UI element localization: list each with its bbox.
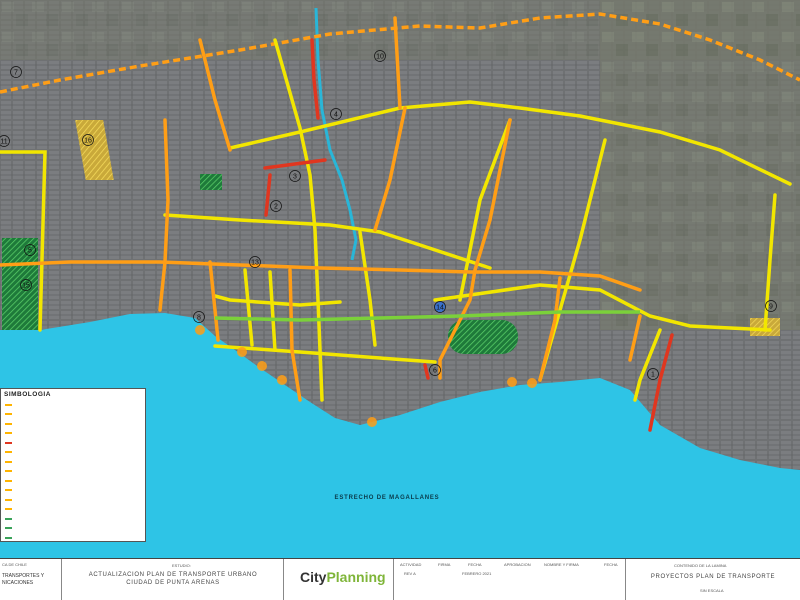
legend-item [5,476,145,486]
col-nombre-firma: NOMBRE Y FIRMA [544,562,579,567]
legend-swatch [5,422,12,425]
col-firma: FIRMA [438,562,451,567]
client-line1: TRANSPORTES Y [2,573,45,579]
sea-label: ESTRECHO DE MAGALLANES [335,495,440,501]
legend-item [5,457,145,467]
legend-item [5,533,145,541]
legend-swatch [5,479,12,482]
label-9-text: 9 [769,304,773,311]
col-fecha: FECHA [468,562,482,567]
label-4-text: 4 [334,112,338,119]
legend-panel: SIMBOLOGIA [0,388,146,542]
label-11-text: 11 [0,139,7,146]
legend-swatch [5,460,12,463]
legend-swatch [5,508,12,511]
revision-value: REV A [404,571,416,576]
legend-title: SIMBOLOGIA [4,391,51,398]
col-actividad: ACTIVIDAD [400,562,422,567]
legend-swatch [5,441,12,444]
label-1-text: 1 [651,372,655,379]
client-top: CA DE CHILE [2,562,27,567]
study-line1: ACTUALIZACION PLAN DE TRANSPORTE URBANO [88,572,258,578]
label-10-text: 10 [376,54,384,61]
label-3-text: 3 [293,174,297,181]
date-value: FEBRERO 2021 [462,571,492,576]
title-block: CA DE CHILE TRANSPORTES Y NICACIONES EST… [0,558,800,600]
legend-swatch [5,403,12,406]
cityplanning-logo: CityPlanning [300,569,386,585]
legend-swatch [5,413,12,416]
green-area-center [200,174,222,190]
legend-item [5,467,145,477]
client-cell: CA DE CHILE TRANSPORTES Y NICACIONES [0,559,62,600]
col-fecha-2: FECHA [604,562,618,567]
label-13-text: 13 [251,260,259,267]
study-label: ESTUDIO: [172,563,191,568]
study-cell: ESTUDIO: ACTUALIZACION PLAN DE TRANSPORT… [62,559,284,600]
client-line2: NICACIONES [2,580,34,586]
label-16-text: 16 [84,138,92,145]
logo-part-1: City [300,569,327,585]
legend-item [5,505,145,515]
label-14-text: 14 [436,305,444,312]
legend-item [5,514,145,524]
study-line2: CIUDAD DE PUNTA ARENAS [126,580,220,586]
legend-swatch [5,451,12,454]
label-2-text: 2 [274,204,278,211]
legend-item [5,429,145,439]
green-area-west [2,238,38,330]
legend-item [5,410,145,420]
legend-swatch [5,498,12,501]
legend-item [5,448,145,458]
legend-item [5,419,145,429]
logo-cell: CityPlanning [284,559,394,600]
label-5-text: 5 [28,248,32,255]
legend-list [1,400,145,541]
label-15-text: 15 [22,283,30,290]
col-aprobacion: APROBACION [504,562,531,567]
label-14: 14 [434,301,446,313]
scale-value: SIN ESCALA [700,588,724,593]
legend-swatch [5,432,12,435]
content-title: PROYECTOS PLAN DE TRANSPORTE [650,574,776,580]
legend-swatch [5,470,12,473]
legend-swatch [5,489,12,492]
legend-item [5,524,145,534]
legend-item [5,495,145,505]
content-cell: CONTENIDO DE LA LAMINA PROYECTOS PLAN DE… [626,559,800,600]
legend-item [5,438,145,448]
legend-swatch [5,517,12,520]
content-label: CONTENIDO DE LA LAMINA [674,563,727,568]
legend-swatch [5,536,12,539]
legend-item [5,400,145,410]
revision-cell: ACTIVIDAD FIRMA FECHA APROBACION NOMBRE … [394,559,626,600]
label-7-text: 7 [14,70,18,77]
label-6-text: 6 [433,368,437,375]
logo-part-2: Planning [326,569,386,585]
legend-swatch [5,527,12,530]
legend-item [5,486,145,496]
label-8-text: 8 [197,315,201,322]
